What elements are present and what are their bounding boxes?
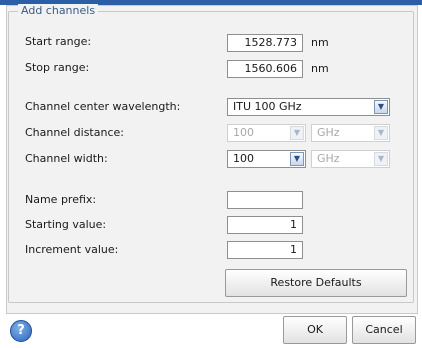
channel-distance-unit: GHz xyxy=(317,126,340,139)
stop-range-unit: nm xyxy=(311,62,329,75)
start-range-input[interactable]: 1528.773 xyxy=(227,34,303,52)
chevron-down-icon[interactable]: ▼ xyxy=(290,152,304,166)
group-title: Add channels xyxy=(18,4,99,18)
channel-width-label: Channel width: xyxy=(25,152,108,165)
name-prefix-label: Name prefix: xyxy=(25,193,97,206)
ok-button[interactable]: OK xyxy=(283,316,347,344)
starting-value-label: Starting value: xyxy=(25,218,107,231)
chevron-down-icon: ▼ xyxy=(290,126,304,140)
channel-width-value: 100 xyxy=(233,152,254,165)
increment-value-label: Increment value: xyxy=(25,243,119,256)
starting-value-input[interactable]: 1 xyxy=(227,216,303,234)
chevron-down-icon[interactable]: ▼ xyxy=(374,100,388,114)
channel-distance-label: Channel distance: xyxy=(25,126,124,139)
restore-defaults-button[interactable]: Restore Defaults xyxy=(225,269,407,297)
channel-distance-unit-select: GHz ▼ xyxy=(311,124,390,142)
increment-value-input[interactable]: 1 xyxy=(227,241,303,259)
channel-width-unit-select: GHz ▼ xyxy=(311,150,390,168)
stop-range-input[interactable]: 1560.606 xyxy=(227,60,303,78)
channel-distance-value: 100 xyxy=(233,126,254,139)
channel-center-wavelength-value: ITU 100 GHz xyxy=(233,100,302,113)
chevron-down-icon: ▼ xyxy=(374,152,388,166)
channel-width-unit: GHz xyxy=(317,152,340,165)
cancel-button[interactable]: Cancel xyxy=(352,316,416,344)
start-range-label: Start range: xyxy=(25,35,92,48)
channel-width-select[interactable]: 100 ▼ xyxy=(227,150,306,168)
chevron-down-icon: ▼ xyxy=(374,126,388,140)
name-prefix-input[interactable] xyxy=(227,191,303,209)
channel-distance-select: 100 ▼ xyxy=(227,124,306,142)
help-icon[interactable]: ? xyxy=(10,320,32,342)
start-range-unit: nm xyxy=(311,36,329,49)
channel-center-wavelength-label: Channel center wavelength: xyxy=(25,100,181,113)
channel-center-wavelength-select[interactable]: ITU 100 GHz ▼ xyxy=(227,98,390,116)
stop-range-label: Stop range: xyxy=(25,61,90,74)
